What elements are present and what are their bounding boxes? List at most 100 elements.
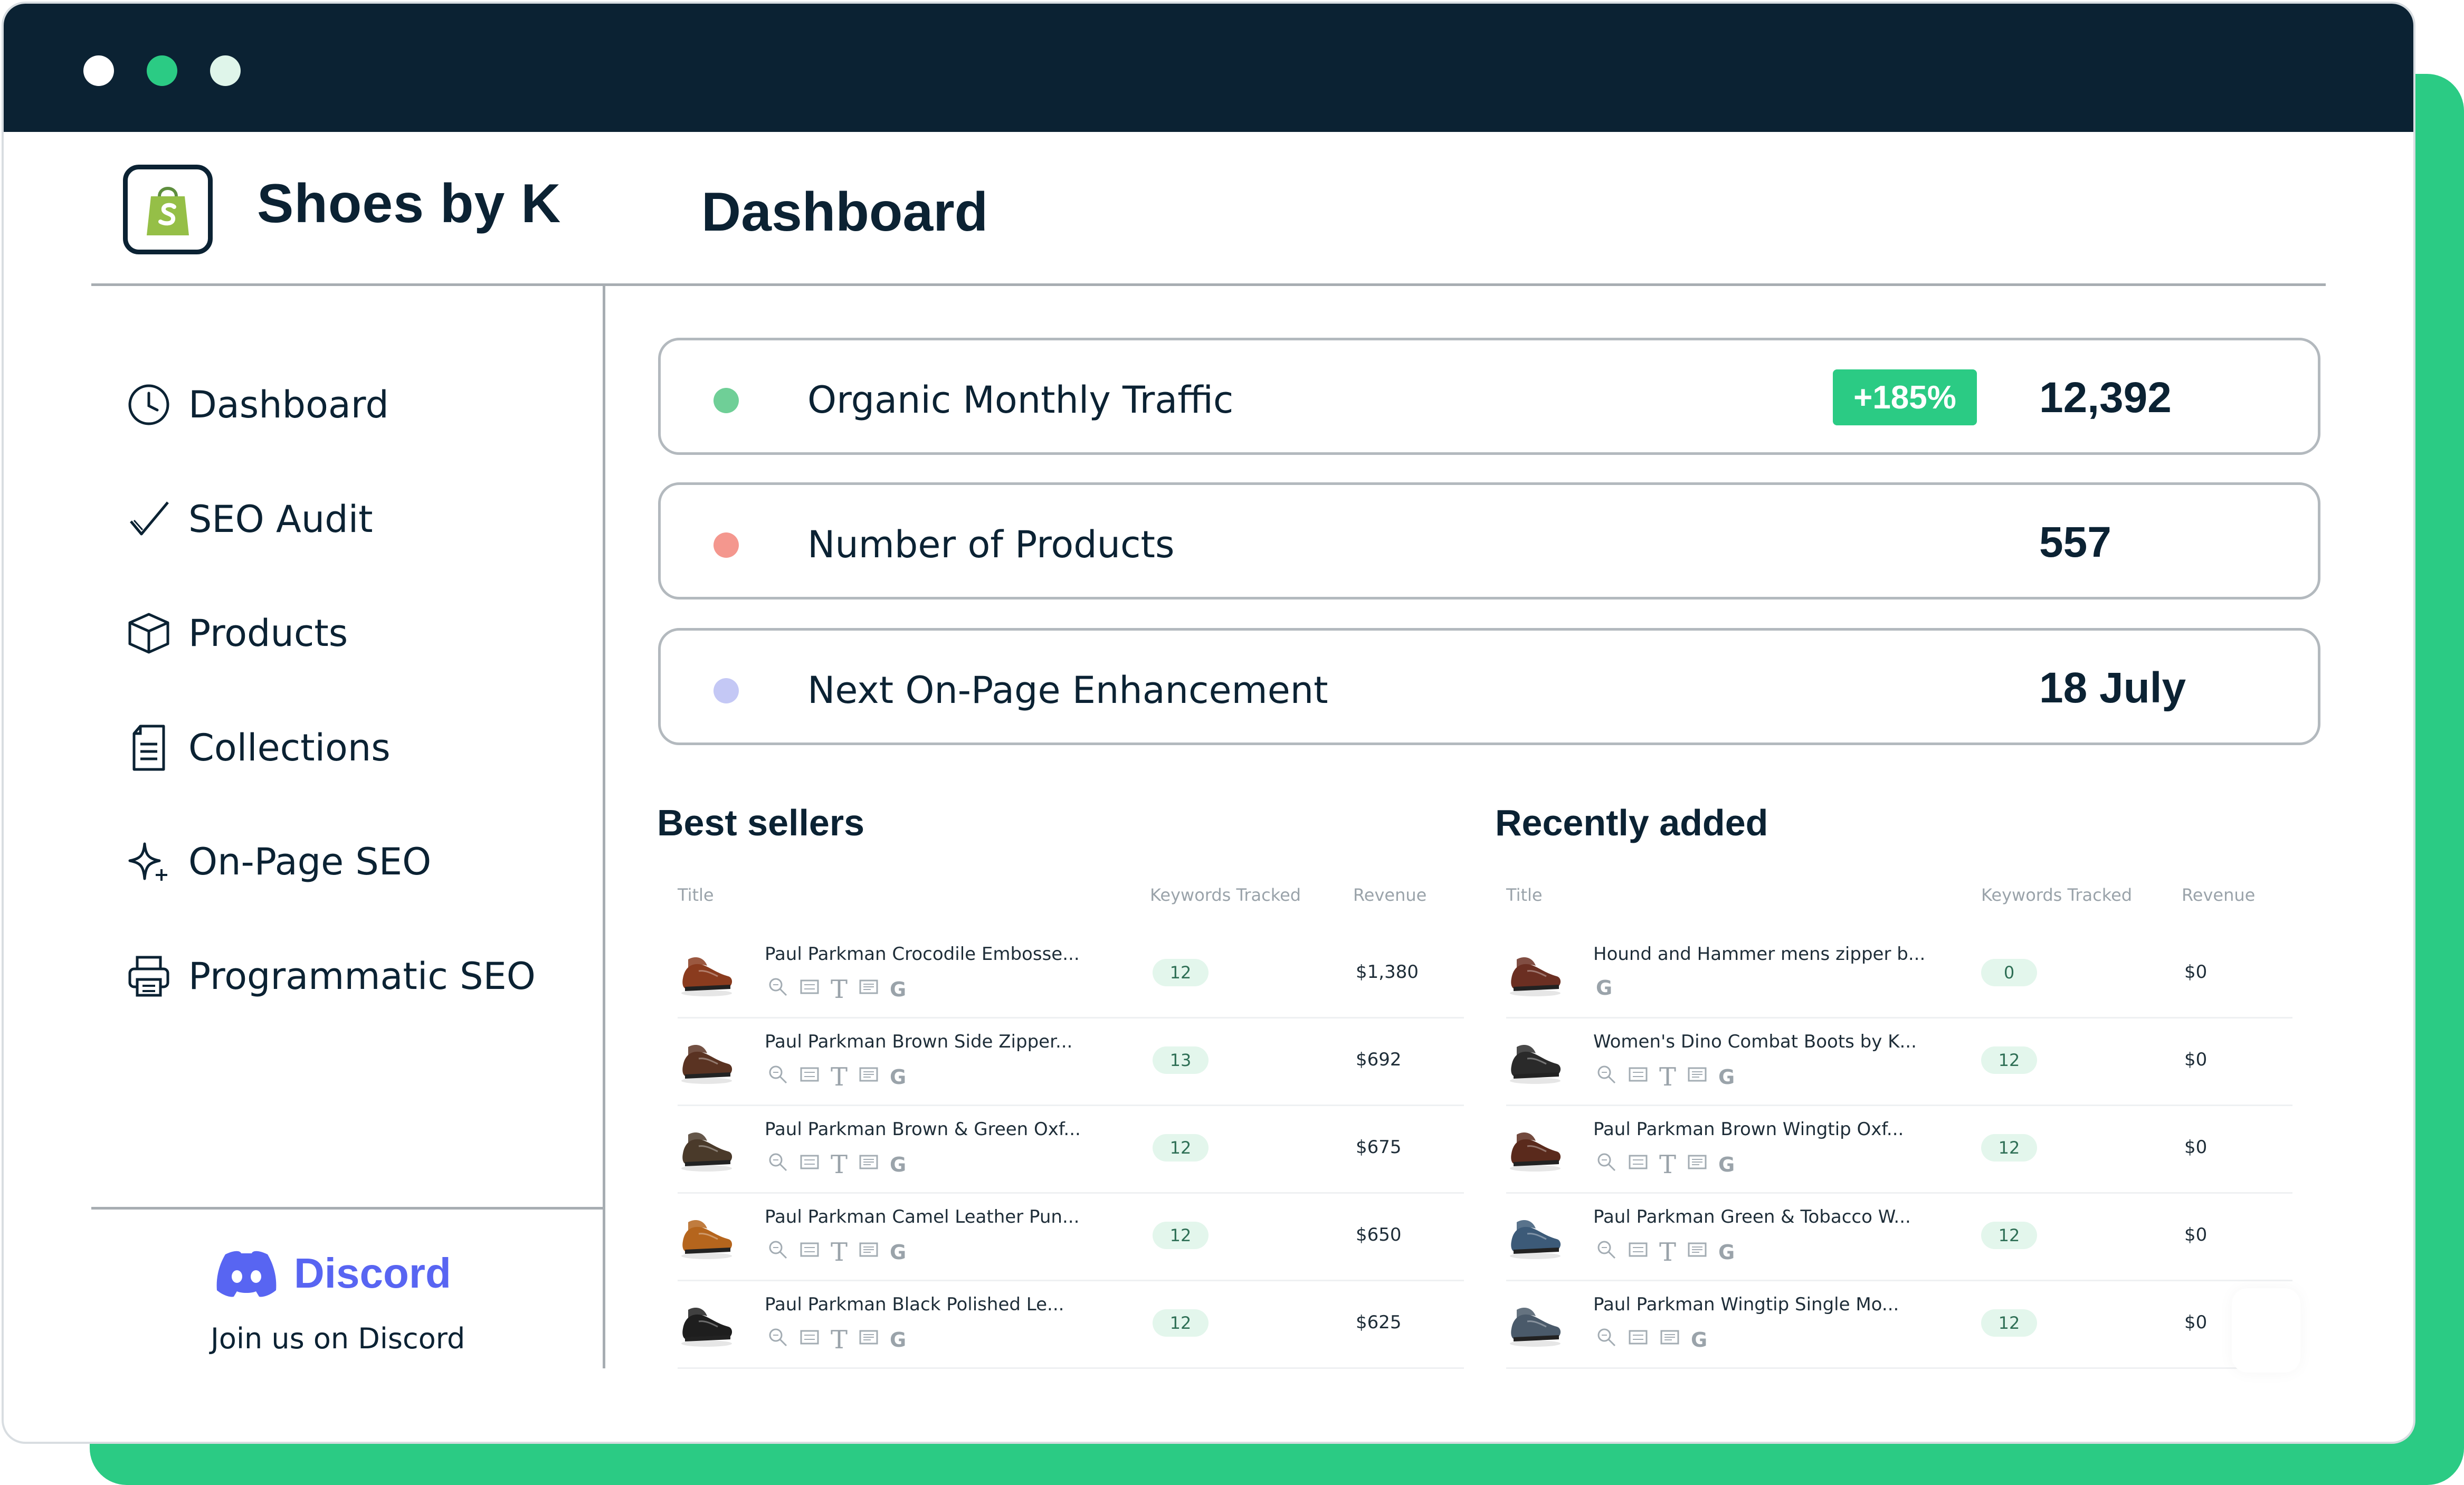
stat-value: 12,392 <box>2039 374 2172 422</box>
product-title[interactable]: Paul Parkman Brown & Green Oxf... <box>765 1119 1081 1140</box>
text-icon: T <box>831 1325 848 1355</box>
search-icon <box>1596 1064 1617 1090</box>
seo-status-icons: TG <box>767 1064 917 1090</box>
seo-status-icons: TG <box>1596 1064 1745 1090</box>
sidebar-item-products[interactable]: Products <box>125 604 348 662</box>
product-thumbnail <box>1506 1204 1564 1262</box>
description-icon <box>858 1151 879 1177</box>
table-row[interactable]: Paul Parkman Wingtip Single Mo... G 12 $0 <box>1506 1280 2292 1369</box>
google-icon: G <box>890 1240 907 1264</box>
column-header-keywords: Keywords Tracked <box>1150 885 1301 905</box>
sidebar-item-label: Collections <box>188 726 391 769</box>
stat-value: 18 July <box>2039 664 2186 712</box>
discord-join-text[interactable]: Join us on Discord <box>211 1322 465 1355</box>
sidebar-item-label: SEO Audit <box>188 498 373 541</box>
sidebar-item-collections[interactable]: Collections <box>125 719 391 777</box>
product-thumbnail <box>1506 1117 1564 1175</box>
stat-card-next-enhancement[interactable]: Next On-Page Enhancement 18 July <box>658 628 2320 745</box>
meta-icon <box>1628 1239 1649 1265</box>
product-title[interactable]: Paul Parkman Brown Side Zipper... <box>765 1031 1072 1052</box>
text-icon: T <box>831 974 848 1004</box>
table-row[interactable]: Hound and Hammer mens zipper b... G 0 $0 <box>1506 930 2292 1018</box>
header-divider <box>91 283 2326 286</box>
table-row[interactable]: Paul Parkman Black Polished Le... T G 12 $62… <box>678 1280 1464 1369</box>
meta-icon <box>799 1327 820 1353</box>
product-title[interactable]: Paul Parkman Wingtip Single Mo... <box>1593 1294 1899 1315</box>
google-icon: G <box>890 977 907 1001</box>
product-title[interactable]: Paul Parkman Brown Wingtip Oxf... <box>1593 1119 1904 1140</box>
brand-name: Shoes by K <box>257 173 562 234</box>
window-dot-maximize[interactable] <box>210 55 241 86</box>
revenue-value: $692 <box>1356 1049 1402 1070</box>
product-title[interactable]: Hound and Hammer mens zipper b... <box>1593 944 1925 965</box>
keywords-tracked-badge: 13 <box>1153 1046 1209 1074</box>
product-title[interactable]: Women's Dino Combat Boots by K... <box>1593 1031 1917 1052</box>
seo-status-icons: TG <box>767 1151 917 1177</box>
product-title[interactable]: Paul Parkman Black Polished Le... <box>765 1294 1064 1315</box>
chat-widget-edge[interactable] <box>2232 1288 2300 1373</box>
table-row[interactable]: Paul Parkman Crocodile Embosse... T G 12 $1,… <box>678 930 1464 1018</box>
product-title[interactable]: Paul Parkman Crocodile Embosse... <box>765 944 1080 965</box>
discord-icon <box>216 1251 277 1297</box>
sidebar-item-programmatic-seo[interactable]: Programmatic SEO <box>125 947 536 1005</box>
clock-icon <box>125 381 173 429</box>
meta-icon <box>799 1239 820 1265</box>
keywords-tracked-badge: 12 <box>1981 1046 2037 1074</box>
box-icon <box>125 610 173 657</box>
revenue-value: $0 <box>2184 1224 2208 1245</box>
product-thumbnail <box>1506 941 1564 999</box>
sidebar-divider <box>603 285 605 1368</box>
table-row[interactable]: Paul Parkman Camel Leather Pun... T G 12 $65… <box>678 1193 1464 1281</box>
keywords-tracked-badge: 12 <box>1153 1134 1209 1162</box>
sidebar-item-seo-audit[interactable]: SEO Audit <box>125 490 373 548</box>
description-icon <box>858 976 879 1002</box>
stat-label: Organic Monthly Traffic <box>807 378 1234 422</box>
meta-icon <box>799 1151 820 1177</box>
page-title: Dashboard <box>701 182 988 243</box>
search-icon <box>767 976 788 1002</box>
window-dot-close[interactable] <box>83 55 114 86</box>
window-titlebar <box>4 4 2413 132</box>
product-title[interactable]: Paul Parkman Green & Tobacco W... <box>1593 1206 1911 1227</box>
table-row[interactable]: Women's Dino Combat Boots by K... T G 12 $0 <box>1506 1017 2292 1106</box>
search-icon <box>767 1151 788 1177</box>
meta-icon <box>1628 1327 1649 1353</box>
window-dot-minimize[interactable] <box>147 55 177 86</box>
discord-link[interactable]: Discord <box>215 1249 451 1298</box>
keywords-tracked-badge: 12 <box>1981 1134 2037 1162</box>
google-icon: G <box>1691 1328 1708 1351</box>
stat-value: 557 <box>2039 518 2111 566</box>
product-thumbnail <box>678 1117 736 1175</box>
app-window: Shoes by K Dashboard Dashboard SEO Audit… <box>2 2 2415 1444</box>
seo-status-icons: TG <box>1596 1151 1745 1177</box>
text-icon: T <box>831 1062 848 1092</box>
seo-status-icons: TG <box>767 1239 917 1265</box>
stat-card-number-of-products[interactable]: Number of Products 557 <box>658 482 2320 599</box>
column-header-revenue: Revenue <box>1353 885 1427 905</box>
revenue-value: $650 <box>1356 1224 1402 1245</box>
table-row[interactable]: Paul Parkman Green & Tobacco W... T G 12 $0 <box>1506 1193 2292 1281</box>
revenue-value: $1,380 <box>1356 962 1419 983</box>
status-dot <box>713 532 739 558</box>
keywords-tracked-badge: 12 <box>1981 1309 2037 1337</box>
table-row[interactable]: Paul Parkman Brown Side Zipper... T G 13 $69… <box>678 1017 1464 1106</box>
stat-card-organic-traffic[interactable]: Organic Monthly Traffic +185% 12,392 <box>658 338 2320 455</box>
google-icon: G <box>890 1065 907 1089</box>
table-row[interactable]: Paul Parkman Brown & Green Oxf... T G 12 $67… <box>678 1105 1464 1194</box>
product-title[interactable]: Paul Parkman Camel Leather Pun... <box>765 1206 1079 1227</box>
description-icon <box>1687 1064 1708 1090</box>
sidebar-item-on-page-seo[interactable]: On-Page SEO <box>125 833 431 891</box>
description-icon <box>1659 1327 1680 1353</box>
meta-icon <box>799 976 820 1002</box>
description-icon <box>858 1239 879 1265</box>
google-icon: G <box>1596 976 1613 999</box>
search-icon <box>1596 1239 1617 1265</box>
best-sellers-title: Best sellers <box>657 802 865 843</box>
seo-status-icons: G <box>1596 1327 1718 1353</box>
table-row[interactable]: Paul Parkman Brown Wingtip Oxf... T G 12 $0 <box>1506 1105 2292 1194</box>
keywords-tracked-badge: 0 <box>1981 959 2037 986</box>
product-thumbnail <box>678 1029 736 1087</box>
search-icon <box>1596 1327 1617 1353</box>
growth-badge: +185% <box>1833 369 1977 425</box>
sidebar-item-dashboard[interactable]: Dashboard <box>125 376 389 434</box>
